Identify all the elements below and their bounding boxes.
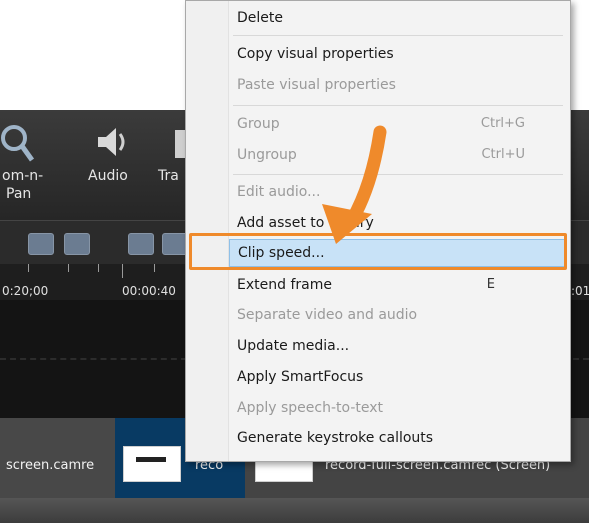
- menu-item-paste-visual-properties[interactable]: Paste visual properties: [229, 72, 565, 100]
- ruler-tick: [98, 264, 99, 272]
- menu-item-shortcut: Ctrl+G: [480, 116, 525, 131]
- menu-item-group[interactable]: Group Ctrl+G: [229, 111, 565, 139]
- menu-item-label: Paste visual properties: [237, 77, 396, 93]
- time-label: 0:20;00: [2, 284, 49, 298]
- ruler-tick: [68, 264, 69, 272]
- menu-item-label: Update media...: [237, 338, 350, 354]
- menu-item-label: Delete: [237, 10, 283, 26]
- menu-item-extend-frame[interactable]: Extend frame E: [229, 272, 565, 300]
- menu-item-label: Generate keystroke callouts: [237, 430, 434, 446]
- menu-item-label: Group: [237, 116, 280, 132]
- menu-icon-gutter: [186, 1, 229, 461]
- speaker-icon[interactable]: [92, 122, 132, 162]
- clip-name: screen.camre: [6, 458, 95, 473]
- zoom-icon[interactable]: [0, 124, 34, 164]
- menu-item-label: Ungroup: [237, 147, 297, 163]
- undo-icon[interactable]: [28, 233, 54, 255]
- menu-item-separate-video-and-audio[interactable]: Separate video and audio: [229, 302, 565, 330]
- menu-item-label: Extend frame: [237, 277, 332, 293]
- menu-item-copy-visual-properties[interactable]: Copy visual properties: [229, 41, 565, 69]
- menu-item-label: Edit audio...: [237, 184, 321, 200]
- menu-item-delete[interactable]: Delete: [229, 5, 565, 33]
- menu-item-label: Copy visual properties: [237, 46, 394, 62]
- transitions-icon[interactable]: [175, 130, 185, 158]
- ruler-tick: [28, 264, 29, 272]
- menu-item-shortcut: Ctrl+U: [481, 147, 525, 162]
- menu-item-shortcut: E: [486, 277, 495, 292]
- menu-item-update-media[interactable]: Update media...: [229, 333, 565, 361]
- transitions-label[interactable]: Tra: [158, 168, 179, 185]
- menu-item-generate-keystroke-callouts[interactable]: Generate keystroke callouts: [229, 425, 565, 453]
- clip-context-menu: Delete Copy visual properties Paste visu…: [185, 0, 571, 462]
- redo-icon[interactable]: [64, 233, 90, 255]
- zoom-n-pan-label-line2[interactable]: Pan: [6, 186, 31, 203]
- menu-item-label: Separate video and audio: [237, 307, 418, 323]
- menu-item-label: Apply speech-to-text: [237, 400, 384, 416]
- menu-item-label: Add asset to library: [237, 215, 374, 231]
- menu-item-ungroup[interactable]: Ungroup Ctrl+U: [229, 142, 565, 170]
- timeline-scrollbar[interactable]: [0, 498, 589, 523]
- menu-separator: [233, 174, 563, 175]
- time-label: :01: [571, 284, 589, 298]
- audio-label[interactable]: Audio: [88, 168, 128, 185]
- menu-item-apply-speech-to-text[interactable]: Apply speech-to-text: [229, 395, 565, 423]
- time-label: 00:00:40: [122, 284, 176, 298]
- menu-separator: [233, 105, 563, 106]
- cut-icon[interactable]: [128, 233, 154, 255]
- zoom-n-pan-label[interactable]: om-n-: [2, 168, 43, 185]
- screenshot-stage: om-n- Pan Audio Tra 0:20;00 00:00:40 :01…: [0, 0, 589, 523]
- highlight-outline: [189, 233, 567, 270]
- ruler-tick: [122, 264, 123, 278]
- clip-item[interactable]: screen.camre: [0, 418, 116, 498]
- ruler-tick: [154, 264, 155, 272]
- clip-thumbnail: [123, 446, 181, 482]
- menu-item-label: Apply SmartFocus: [237, 369, 364, 385]
- menu-item-edit-audio[interactable]: Edit audio...: [229, 179, 565, 207]
- menu-item-apply-smartfocus[interactable]: Apply SmartFocus: [229, 364, 565, 392]
- menu-separator: [233, 35, 563, 36]
